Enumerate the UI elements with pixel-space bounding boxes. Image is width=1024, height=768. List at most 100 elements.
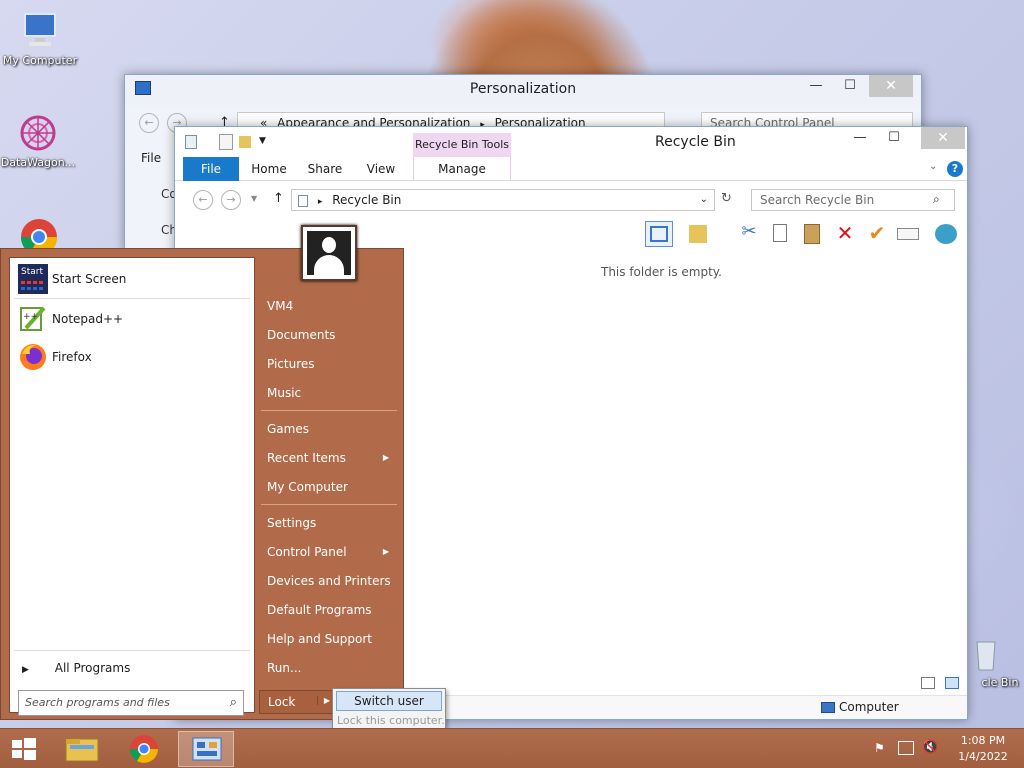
cut-icon[interactable]: ✂ [735,221,763,247]
help-icon[interactable]: ? [947,161,963,177]
maximize-button[interactable]: ☐ [835,75,865,97]
details-view-icon[interactable] [921,677,935,689]
program-firefox[interactable]: Firefox [16,340,248,374]
copy-icon[interactable] [767,221,795,247]
taskbar: ⚑ 🔇 1:08 PM 1/4/2022 [0,728,1024,768]
menu-item-my-computer[interactable]: My Computer [259,474,399,500]
quick-access-dropdown-icon[interactable]: ▼ [259,136,266,146]
start-menu[interactable]: Start Start Screen ++ Notepad++ Firefox … [0,225,404,720]
preview-pane-icon[interactable] [645,221,673,247]
breadcrumb-recycle-bin[interactable]: Recycle Bin [332,193,401,207]
menu-item-games[interactable]: Games [259,416,399,442]
desktop-icon-label: My Computer [2,54,78,67]
switch-user-menu[interactable]: Switch user Lock this computer. [332,688,446,732]
maximize-button[interactable]: ☐ [879,127,909,149]
taskbar-chrome[interactable] [116,731,172,767]
desktop-icon-my-computer[interactable]: My Computer [2,10,78,67]
title-bar[interactable]: ▼ Recycle Bin Tools Recycle Bin — ☐ ✕ [175,127,967,157]
start-screen-icon: Start [18,264,48,294]
menu-item-run[interactable]: Run... [259,655,399,681]
paste-icon[interactable] [799,221,827,247]
menu-item-help-support[interactable]: Help and Support [259,626,399,652]
folder-options-icon[interactable] [687,221,715,247]
ribbon-expand-icon[interactable]: ⌄ [929,161,937,172]
delete-icon[interactable]: ✕ [831,221,859,247]
lock-tooltip: Lock this computer. [337,714,445,727]
minimize-button[interactable]: — [845,127,875,149]
start-search-placeholder: Search programs and files [25,696,170,709]
menu-item-label: Control Panel [267,545,347,559]
menu-item-pictures[interactable]: Pictures [259,351,399,377]
volume-muted-icon[interactable]: 🔇 [922,740,938,755]
back-button[interactable]: ← [139,113,159,133]
back-button[interactable]: ← [193,190,213,210]
start-button[interactable] [0,731,48,767]
close-button[interactable]: ✕ [869,75,913,97]
large-icons-view-icon[interactable] [945,677,959,689]
computer-small-icon [821,702,835,713]
minimize-button[interactable]: — [801,75,831,97]
address-dropdown-icon[interactable]: ⌄ [700,190,708,210]
tab-manage[interactable]: Manage [413,157,511,181]
taskbar-control-panel[interactable] [178,731,234,767]
address-bar[interactable]: ▸ Recycle Bin ⌄ [291,189,715,211]
network-icon[interactable] [933,221,961,247]
chrome-desktop-icon[interactable] [18,216,60,248]
computer-icon [19,10,61,52]
breadcrumb-separator: ▸ [317,197,323,207]
taskbar-file-explorer[interactable] [54,731,110,767]
menu-item-control-panel[interactable]: Control Panel ▶ [259,539,399,565]
search-input[interactable]: Search Recycle Bin [751,189,955,211]
lock-label: Lock [268,695,296,709]
status-location: Computer [839,700,899,714]
tab-home[interactable]: Home [245,157,293,181]
lock-options-arrow-icon[interactable]: ▶ [316,696,330,705]
clock[interactable]: 1:08 PM 1/4/2022 [950,733,1016,765]
properties-icon[interactable] [219,134,233,150]
title-bar[interactable]: Personalization — ☐ ✕ [125,75,921,105]
menu-item-devices-printers[interactable]: Devices and Printers [259,568,399,594]
program-notepadpp[interactable]: ++ Notepad++ [16,302,248,336]
programs-pane: Start Start Screen ++ Notepad++ Firefox … [9,257,255,716]
tab-share[interactable]: Share [301,157,349,181]
start-search-input[interactable]: Search programs and files ⌕ [18,690,244,716]
menu-item-music[interactable]: Music [259,380,399,406]
all-programs-label: All Programs [54,661,131,675]
desktop-icon-datawagon[interactable]: DataWagon... [0,112,76,169]
empty-folder-message: This folder is empty. [601,265,722,279]
forward-button[interactable]: → [221,190,241,210]
search-icon: ⌕ [229,695,237,710]
recycle-bin-icon [965,632,1007,674]
window-title: Recycle Bin [655,134,736,150]
lock-button[interactable]: Lock ▶ [259,690,335,714]
new-folder-icon[interactable] [239,136,251,148]
user-avatar[interactable] [301,225,357,281]
program-start-screen[interactable]: Start Start Screen [16,262,248,296]
action-center-flag-icon[interactable]: ⚑ [874,741,888,755]
program-label: Notepad++ [52,312,124,326]
network-icon[interactable] [898,741,914,755]
menu-item-documents[interactable]: Documents [259,322,399,348]
close-button[interactable]: ✕ [921,127,965,149]
desktop-icon-label: cle Bin [981,676,1019,689]
menu-item-vm4[interactable]: VM4 [259,293,399,319]
file-tab[interactable]: File [141,151,161,165]
menu-item-default-programs[interactable]: Default Programs [259,597,399,623]
tab-view[interactable]: View [357,157,405,181]
desktop-icon-label: DataWagon... [0,156,76,169]
recent-locations-icon[interactable]: ▼ [251,194,257,203]
datawagon-icon [17,112,59,154]
tab-file[interactable]: File [183,157,239,181]
up-button[interactable]: ↑ [273,191,284,206]
all-programs-button[interactable]: ▶ All Programs [20,656,246,680]
firefox-icon [18,342,48,372]
refresh-button[interactable]: ↻ [721,191,732,206]
program-label: Firefox [52,350,92,364]
recycle-bin-small-icon [185,135,197,149]
context-tab-label[interactable]: Recycle Bin Tools [413,133,511,157]
rename-icon[interactable] [895,221,923,247]
menu-item-recent-items[interactable]: Recent Items ▶ [259,445,399,471]
check-icon[interactable]: ✔ [863,221,891,247]
menu-item-settings[interactable]: Settings [259,510,399,536]
switch-user-item[interactable]: Switch user [336,691,442,711]
